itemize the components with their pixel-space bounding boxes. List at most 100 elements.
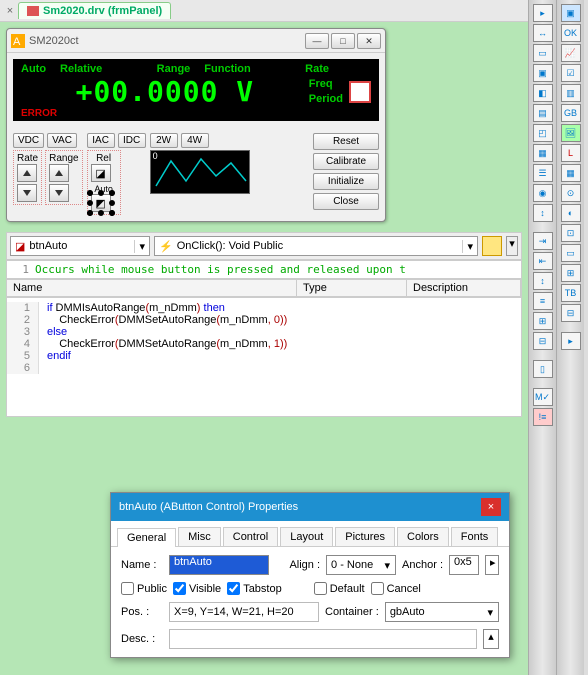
desc-up-button[interactable]: ▴ (483, 629, 499, 649)
default-checkbox[interactable]: Default (314, 582, 365, 595)
tab-control[interactable]: Control (223, 527, 278, 546)
container-select[interactable]: gbAuto▾ (385, 602, 499, 622)
code-editor[interactable]: 1if DMMIsAutoRange(m_nDmm) then 2 CheckE… (6, 297, 522, 417)
dialog-close-button[interactable]: × (481, 498, 501, 516)
tool-icon[interactable]: 📈 (561, 44, 581, 62)
rel-button[interactable]: ◪ (91, 164, 111, 182)
tool-icon[interactable]: !≡ (533, 408, 553, 426)
range-up-button[interactable] (49, 164, 69, 182)
tool-icon[interactable]: ▣ (533, 64, 553, 82)
align-select[interactable]: 0 - None▾ (326, 555, 396, 575)
tab-general[interactable]: General (117, 528, 176, 547)
tool-icon[interactable]: ☑ (561, 64, 581, 82)
cancel-checkbox[interactable]: Cancel (371, 582, 421, 595)
tool-icon[interactable]: ▥ (561, 84, 581, 102)
dmm-mode-icon[interactable] (349, 81, 371, 103)
tool-icon[interactable]: ▦ (533, 144, 553, 162)
note-button[interactable] (482, 236, 502, 256)
tool-icon[interactable]: ⊞ (533, 312, 553, 330)
public-checkbox[interactable]: Public (121, 582, 167, 595)
tool-icon[interactable]: ↕ (533, 204, 553, 222)
file-tab[interactable]: Sm2020.drv (frmPanel) (18, 2, 171, 19)
idc-button[interactable]: IDC (118, 133, 146, 148)
desc-input[interactable] (169, 629, 477, 649)
tool-icon[interactable]: ▭ (561, 244, 581, 262)
maximize-button[interactable]: □ (331, 33, 355, 49)
close-panel-button[interactable]: Close (313, 193, 379, 210)
tab-misc[interactable]: Misc (178, 527, 221, 546)
tool-icon[interactable]: ↔ (533, 24, 553, 42)
tool-icon[interactable]: ▦ (561, 164, 581, 182)
tool-icon[interactable]: TB (561, 284, 581, 302)
tool-icon[interactable]: GB (561, 104, 581, 122)
close-button[interactable]: ✕ (357, 33, 381, 49)
window-title: SM2020ct (29, 35, 305, 47)
period-label: Period (309, 92, 343, 107)
tab-colors[interactable]: Colors (397, 527, 449, 546)
event-combo[interactable]: ⚡ OnClick(): Void Public ▾ (154, 236, 478, 256)
vac-button[interactable]: VAC (47, 133, 77, 148)
anchor-input[interactable]: 0x5 (449, 555, 479, 575)
vdc-button[interactable]: VDC (13, 133, 44, 148)
col-name[interactable]: Name (7, 280, 297, 296)
freq-label: Freq (309, 77, 343, 92)
tab-close-icon[interactable]: × (2, 5, 18, 17)
calibrate-button[interactable]: Calibrate (313, 153, 379, 170)
tool-icon[interactable]: ↕ (533, 272, 553, 290)
tool-icon[interactable]: OK (561, 24, 581, 42)
object-combo[interactable]: ◪ btnAuto ▾ (10, 236, 150, 256)
grid-header: Name Type Description (6, 279, 522, 297)
tab-pictures[interactable]: Pictures (335, 527, 395, 546)
tool-icon[interactable]: ◉ (533, 184, 553, 202)
visible-checkbox[interactable]: Visible (173, 582, 221, 595)
auto-button[interactable]: ◩ (91, 194, 111, 212)
tool-icon[interactable]: ⊞ (561, 264, 581, 282)
tool-icon[interactable]: ▭ (533, 44, 553, 62)
2w-button[interactable]: 2W (150, 133, 178, 148)
instrument-window: A SM2020ct — □ ✕ Auto Relative Range Fun… (6, 28, 386, 222)
tool-icon[interactable]: M✓ (533, 388, 553, 406)
tool-icon[interactable]: ▯ (533, 360, 553, 378)
tool-icon[interactable]: ⊙ (561, 184, 581, 202)
initialize-button[interactable]: Initialize (313, 173, 379, 190)
rate-down-button[interactable] (17, 184, 37, 202)
tool-icon[interactable]: ▸ (533, 4, 553, 22)
tool-icon[interactable]: ◧ (533, 84, 553, 102)
tool-icon[interactable]: ▤ (533, 104, 553, 122)
tab-layout[interactable]: Layout (280, 527, 333, 546)
rate-group-label: Rate (17, 153, 38, 164)
tool-icon[interactable]: ⇤ (533, 252, 553, 270)
tool-icon[interactable]: ☰ (533, 164, 553, 182)
name-input[interactable]: btnAuto (169, 555, 269, 575)
tool-icon[interactable]: 🖼 (561, 124, 581, 142)
4w-button[interactable]: 4W (181, 133, 209, 148)
tool-icon[interactable]: ◐ (561, 204, 581, 222)
minimize-button[interactable]: — (305, 33, 329, 49)
object-value: btnAuto (29, 240, 67, 252)
container-label: Container : (325, 606, 379, 618)
iac-button[interactable]: IAC (87, 133, 115, 148)
col-type[interactable]: Type (297, 280, 407, 296)
anchor-more-button[interactable]: ▸ (485, 555, 499, 575)
tool-icon[interactable]: ⊟ (533, 332, 553, 350)
pos-value: X=9, Y=14, W=21, H=20 (169, 602, 319, 622)
range-down-button[interactable] (49, 184, 69, 202)
tabstop-checkbox[interactable]: Tabstop (227, 582, 282, 595)
expand-button[interactable]: ▾ (506, 236, 518, 256)
tool-icon[interactable]: L (561, 144, 581, 162)
tool-icon[interactable]: ⇥ (533, 232, 553, 250)
function-label: Function (204, 63, 250, 75)
rate-up-button[interactable] (17, 164, 37, 182)
tool-icon[interactable]: ≡ (533, 292, 553, 310)
tool-icon[interactable]: ◰ (533, 124, 553, 142)
tool-icon[interactable]: ⊟ (561, 304, 581, 322)
reset-button[interactable]: Reset (313, 133, 379, 150)
dialog-title: btnAuto (AButton Control) Properties (119, 501, 298, 513)
col-desc[interactable]: Description (407, 280, 521, 296)
tool-icon[interactable]: ⊡ (561, 224, 581, 242)
tab-fonts[interactable]: Fonts (451, 527, 499, 546)
tool-arrow-icon[interactable]: ▸ (561, 332, 581, 350)
tool-icon[interactable]: ▣ (561, 4, 581, 22)
error-label: ERROR (21, 108, 371, 119)
app-icon: A (11, 34, 25, 48)
